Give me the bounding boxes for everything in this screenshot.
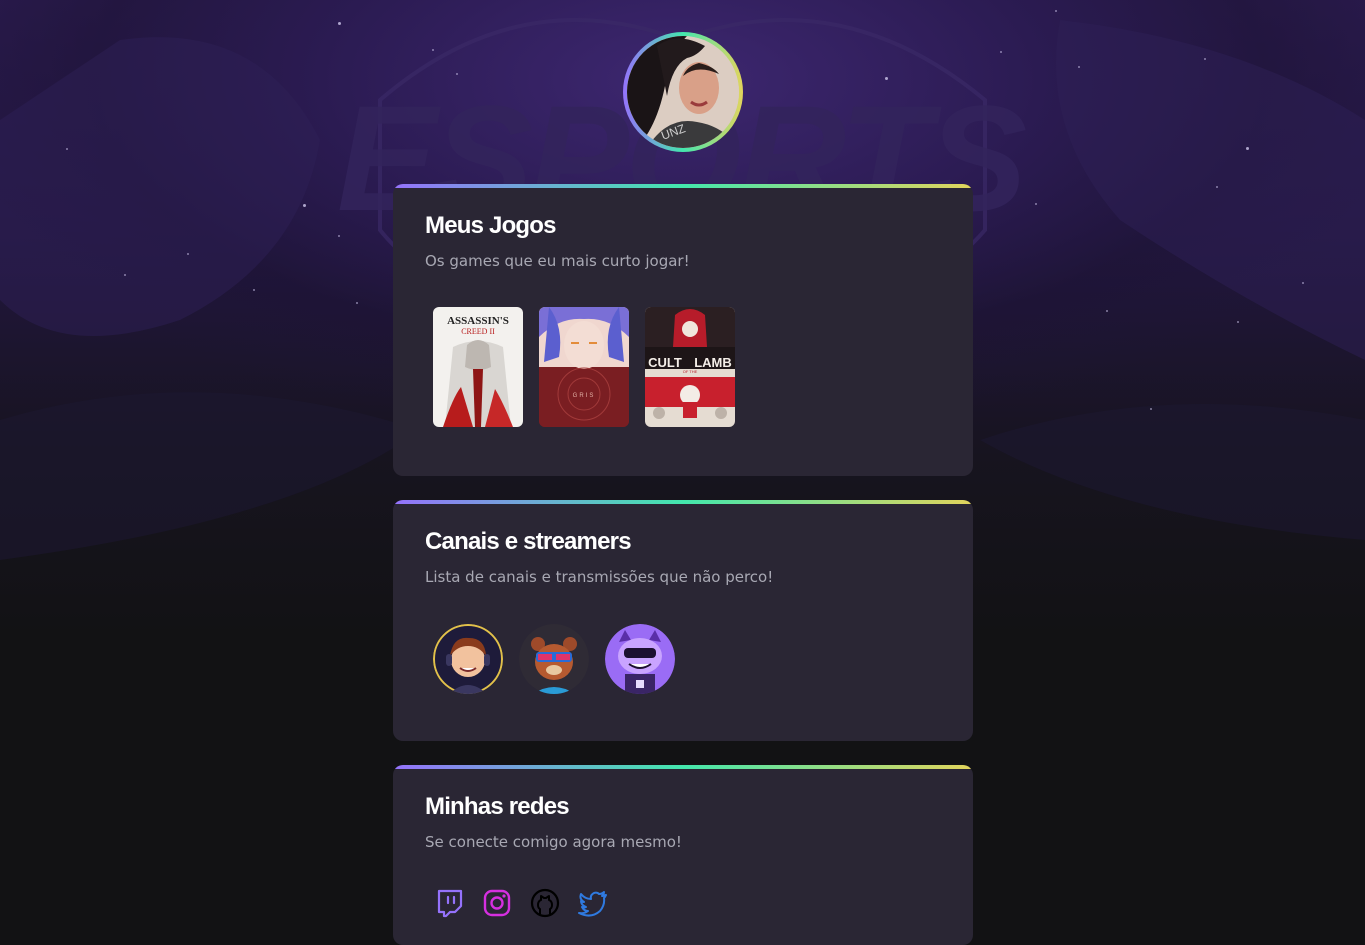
game-cover-cult-of-the-lamb[interactable]: CULT LAMB OF THE [645, 307, 735, 427]
instagram-icon[interactable] [481, 887, 513, 919]
github-icon[interactable] [529, 887, 561, 919]
games-subtitle: Os games que eu mais curto jogar! [425, 252, 690, 270]
game-cover-assassins-creed-2[interactable]: ASSASSIN'S CREED II [433, 307, 523, 427]
game-cover-gris[interactable]: GRIS [539, 307, 629, 427]
social-subtitle: Se conecte comigo agora mesmo! [425, 833, 682, 851]
svg-text:GRIS: GRIS [573, 393, 596, 399]
svg-text:LAMB: LAMB [694, 355, 732, 370]
svg-text:CREED II: CREED II [461, 327, 495, 336]
channels-card: Canais e streamers Lista de canais e tra… [393, 500, 973, 741]
streamer-avatar-3-icon[interactable] [605, 624, 675, 694]
twitch-icon[interactable] [433, 887, 465, 919]
twitter-icon[interactable] [577, 887, 609, 919]
streamer-avatar-2-icon[interactable] [519, 624, 589, 694]
social-card: Minhas redes Se conecte comigo agora mes… [393, 765, 973, 945]
channels-title: Canais e streamers [425, 528, 632, 555]
games-title: Meus Jogos [425, 212, 557, 239]
svg-text:ASSASSIN'S: ASSASSIN'S [447, 315, 509, 327]
profile-avatar-ring: UNZ [623, 32, 743, 152]
svg-text:CULT: CULT [648, 355, 682, 370]
streamer-avatar-1-icon[interactable] [433, 624, 503, 694]
channels-subtitle: Lista de canais e transmissões que não p… [425, 568, 774, 586]
profile-photo-icon: UNZ [627, 36, 739, 148]
svg-text:OF THE: OF THE [683, 369, 698, 374]
social-title: Minhas redes [425, 793, 570, 820]
games-card: Meus Jogos Os games que eu mais curto jo… [393, 184, 973, 476]
